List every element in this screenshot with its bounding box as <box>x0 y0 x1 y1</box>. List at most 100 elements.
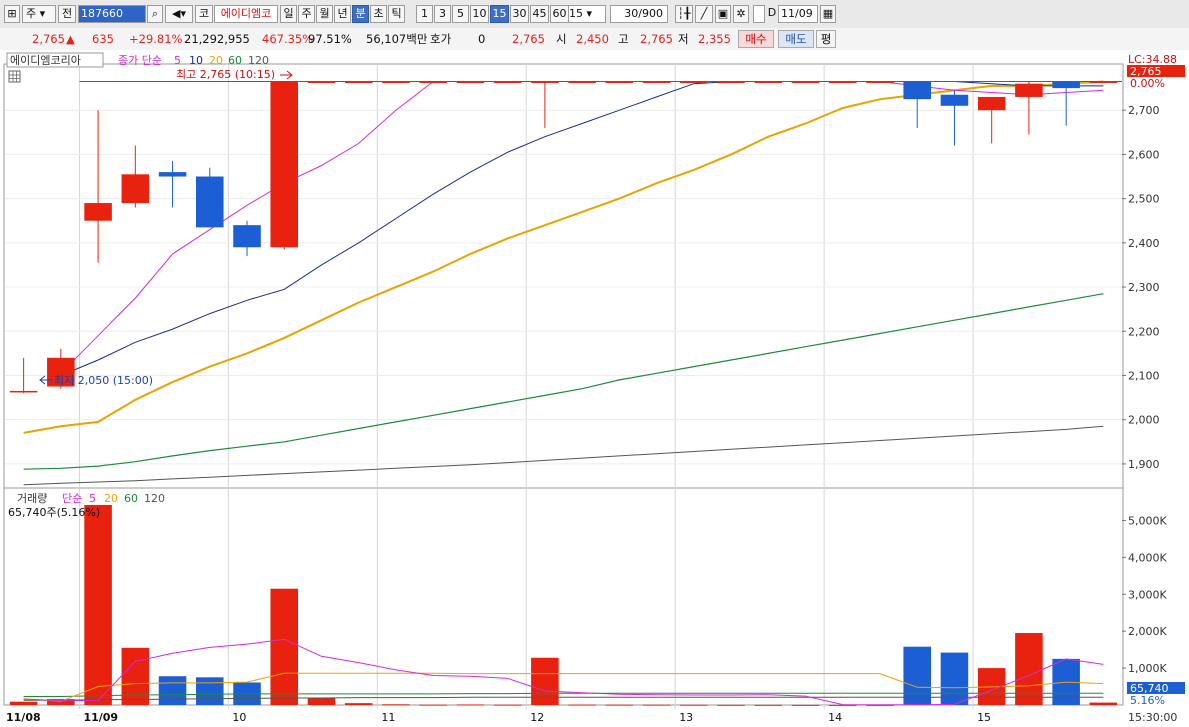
sell-button[interactable]: 매도 <box>778 30 814 48</box>
change-pct: +29.81% <box>129 32 183 46</box>
price-tick-0: 2,700 <box>1128 104 1160 117</box>
volume-tick-2: 3,000K <box>1128 588 1167 601</box>
date-input[interactable]: 11/09 <box>778 5 818 23</box>
period-button-2[interactable]: 월 <box>316 5 333 23</box>
low-annotation: 최저 2,050 (15:00) <box>54 374 153 387</box>
price-tick-6: 2,100 <box>1128 369 1160 382</box>
date-label-7: 15 <box>977 711 991 724</box>
buy-button[interactable]: 매수 <box>738 30 774 48</box>
volume-bar-8 <box>307 697 336 705</box>
volume-bar-19 <box>717 704 745 706</box>
interval-button-5[interactable]: 30 <box>510 5 529 23</box>
time-label: 15:30:00 <box>1128 711 1177 724</box>
hoga-value: 0 <box>478 32 486 46</box>
interval-button-6[interactable]: 45 <box>530 5 549 23</box>
save-icon[interactable]: ▣ <box>715 5 731 23</box>
period-button-6[interactable]: 틱 <box>388 5 405 23</box>
date-label-1: 11/09 <box>83 711 118 724</box>
info-bar: 2,765 ▲ 635 +29.81% 21,292,955 467.35% 9… <box>0 28 1189 51</box>
interval-button-3[interactable]: 10 <box>470 5 489 23</box>
price-tick-2: 2,500 <box>1128 193 1160 206</box>
sound-icon[interactable]: ◀▾ <box>165 5 193 23</box>
volume-bar-15 <box>568 704 596 706</box>
interval-button-0[interactable]: 1 <box>416 5 433 23</box>
price-tick-5: 2,200 <box>1128 325 1160 338</box>
period-button-5[interactable]: 초 <box>370 5 387 23</box>
interval-button-7[interactable]: 60 <box>550 5 569 23</box>
period-button-3[interactable]: 년 <box>334 5 351 23</box>
date-label-0: 11/08 <box>6 711 41 724</box>
calendar-icon[interactable]: ▦ <box>820 5 836 23</box>
search-icon[interactable]: ⌕ <box>147 5 163 23</box>
candlestick-chart[interactable]: 2,700 2,600 2,500 2,400 2,300 2,200 2,100 2,000… <box>0 50 1189 727</box>
volume-bar-17 <box>642 704 671 706</box>
flat-button[interactable]: 평 <box>816 30 836 48</box>
stock-name-field[interactable]: 에이디엠코 <box>214 5 278 23</box>
ma60-label: 60 <box>228 54 242 67</box>
gear-icon[interactable]: ✲ <box>733 5 749 23</box>
volume-summary: 65,740주(5.16%) <box>8 506 100 519</box>
volume-bar-9 <box>344 703 373 705</box>
stock-label: 에이디엠코리아 <box>10 54 81 67</box>
type-select[interactable]: 주 ▾ <box>22 5 56 23</box>
candle-body-4 <box>158 172 187 177</box>
volume-bar-21 <box>791 704 820 706</box>
volume-bar-3 <box>121 647 150 705</box>
chevron-down-icon: ▾ <box>586 7 593 20</box>
price-tick-7: 2,000 <box>1128 414 1160 427</box>
volume-bar-11 <box>419 704 447 706</box>
interval-button-2[interactable]: 5 <box>452 5 469 23</box>
ma20-label: 20 <box>209 54 223 67</box>
volume-tick-1: 4,000K <box>1128 551 1167 564</box>
date-label-5: 13 <box>679 711 693 724</box>
candle-body-2 <box>84 203 112 221</box>
volume-bar-14 <box>531 657 559 705</box>
up-arrow-icon: ▲ <box>66 32 75 46</box>
date-label-2: 10 <box>232 711 246 724</box>
d-label: D <box>767 6 777 19</box>
prev-button[interactable]: 전 <box>58 5 76 23</box>
toolbar: ⊞ 주 ▾ 전 187660 ⌕ ◀▾ 코 에이디엠코 15 ▾ 30/900 … <box>0 0 1189 29</box>
table-icon[interactable] <box>8 70 21 83</box>
candle-body-27 <box>1015 83 1043 97</box>
volume-total: 21,292,955 <box>184 32 250 46</box>
volume-bar-2 <box>84 504 112 705</box>
high-annotation: 최고 2,765 (10:15) <box>176 68 275 81</box>
volume-label: 거래량 <box>17 492 47 505</box>
date-label-6: 14 <box>828 711 842 724</box>
period-button-0[interactable]: 일 <box>280 5 297 23</box>
count-input[interactable]: 30/900 <box>610 5 668 23</box>
period-button-4[interactable]: 분 <box>352 5 369 23</box>
interval-button-1[interactable]: 3 <box>434 5 451 23</box>
change-amount: 635 <box>92 32 114 46</box>
vol-ma60-label: 60 <box>124 492 138 505</box>
price-tick-3: 2,400 <box>1128 237 1160 250</box>
low-value: 2,355 <box>698 32 731 46</box>
volume-bar-13 <box>493 704 522 706</box>
candle-icon[interactable]: ┆╂ <box>675 5 693 23</box>
code-input[interactable]: 187660 <box>78 5 146 23</box>
volume-bar-12 <box>456 704 485 706</box>
volume-bar-24 <box>903 646 931 705</box>
interval-select[interactable]: 15 ▾ <box>566 5 606 23</box>
d-checkbox[interactable] <box>753 5 765 23</box>
vol-ma5-label: 5 <box>89 492 96 505</box>
volume-bar-4 <box>158 676 187 705</box>
ma120-label: 120 <box>248 54 269 67</box>
candle-body-0 <box>9 390 38 393</box>
draw-tool-icon[interactable]: ╱ <box>695 5 713 23</box>
volume-bar-16 <box>605 704 634 706</box>
chart-type-icon[interactable]: ⊞ <box>4 5 20 23</box>
market-button[interactable]: 코 <box>195 5 213 23</box>
candle-body-7 <box>270 81 299 248</box>
high-label: 고 <box>618 32 629 46</box>
volume-bar-5 <box>196 677 224 705</box>
current-price: 2,765 <box>32 32 65 46</box>
period-button-1[interactable]: 주 <box>298 5 315 23</box>
hoga-label: 호가 <box>430 32 452 46</box>
interval-button-4[interactable]: 15 <box>490 5 509 23</box>
type-label: 주 <box>26 7 37 20</box>
volume-tick-3: 2,000K <box>1128 625 1167 638</box>
change-tag: 0.00% <box>1130 77 1165 90</box>
volume-bar-10 <box>382 704 410 706</box>
